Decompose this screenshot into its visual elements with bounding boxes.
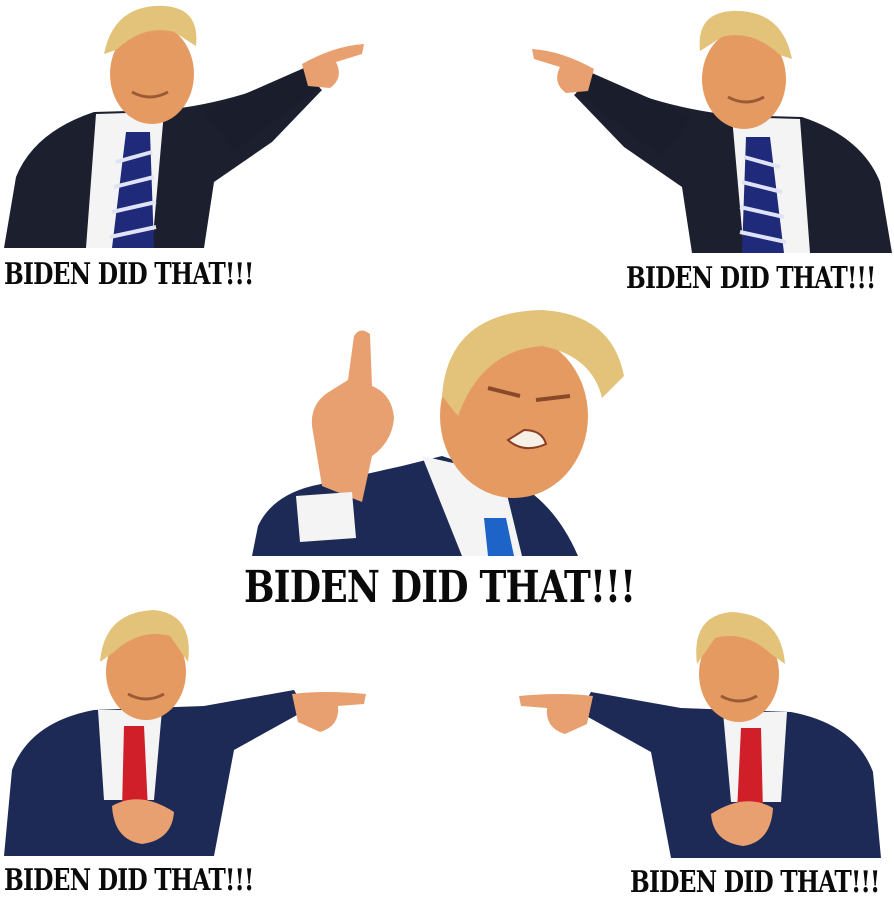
pointing-man-illustration: [519, 612, 881, 858]
pointing-man-photo: [530, 6, 892, 254]
finger-up-man-photo: [252, 306, 626, 556]
tie-shape: [737, 728, 763, 812]
caption: BIDEN DID THAT!!!: [4, 257, 254, 292]
pointing-man-illustration: [4, 5, 364, 248]
caption: BIDEN DID THAT!!!: [244, 562, 636, 613]
pointing-man-photo: [516, 612, 882, 858]
pointing-man-illustration: [532, 10, 892, 253]
caption: BIDEN DID THAT!!!: [4, 863, 254, 898]
caption: BIDEN DID THAT!!!: [630, 865, 880, 900]
tie-shape: [122, 726, 148, 810]
caption: BIDEN DID THAT!!!: [626, 261, 876, 296]
pointing-man-photo: [4, 2, 366, 248]
pointing-man-photo: [4, 610, 368, 856]
pointing-man-illustration: [4, 610, 366, 856]
finger-up-man-illustration: [252, 310, 624, 556]
